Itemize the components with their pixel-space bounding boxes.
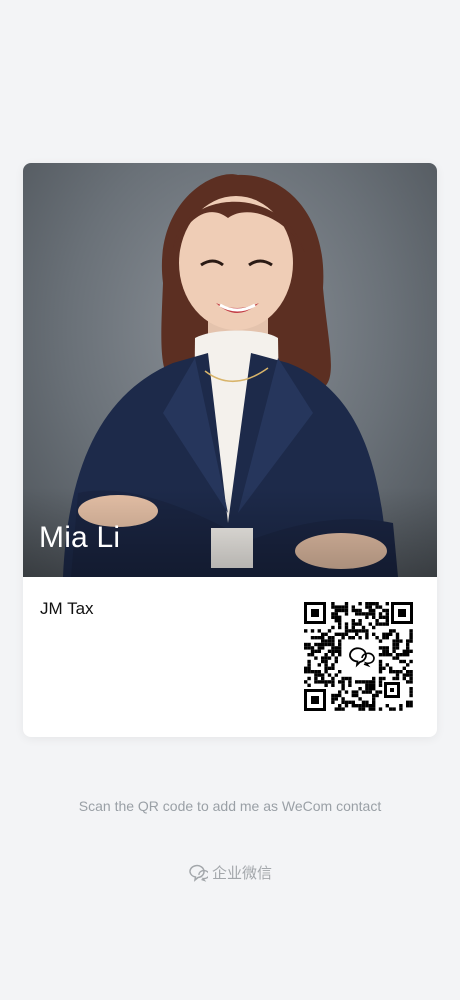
contact-name: Mia Li: [39, 521, 121, 554]
qr-code[interactable]: [304, 602, 413, 711]
wecom-chat-icon: [189, 864, 208, 882]
contact-card-page: Mia Li JM Tax Scan the QR code to add me…: [0, 0, 460, 1000]
company-name: JM Tax: [40, 599, 94, 618]
scan-instruction: Scan the QR code to add me as WeCom cont…: [78, 798, 382, 814]
profile-photo: Mia Li: [23, 163, 437, 577]
wecom-label: 企业微信: [211, 864, 272, 882]
contact-card: Mia Li JM Tax: [23, 163, 437, 737]
wecom-brand: 企业微信: [0, 862, 460, 883]
